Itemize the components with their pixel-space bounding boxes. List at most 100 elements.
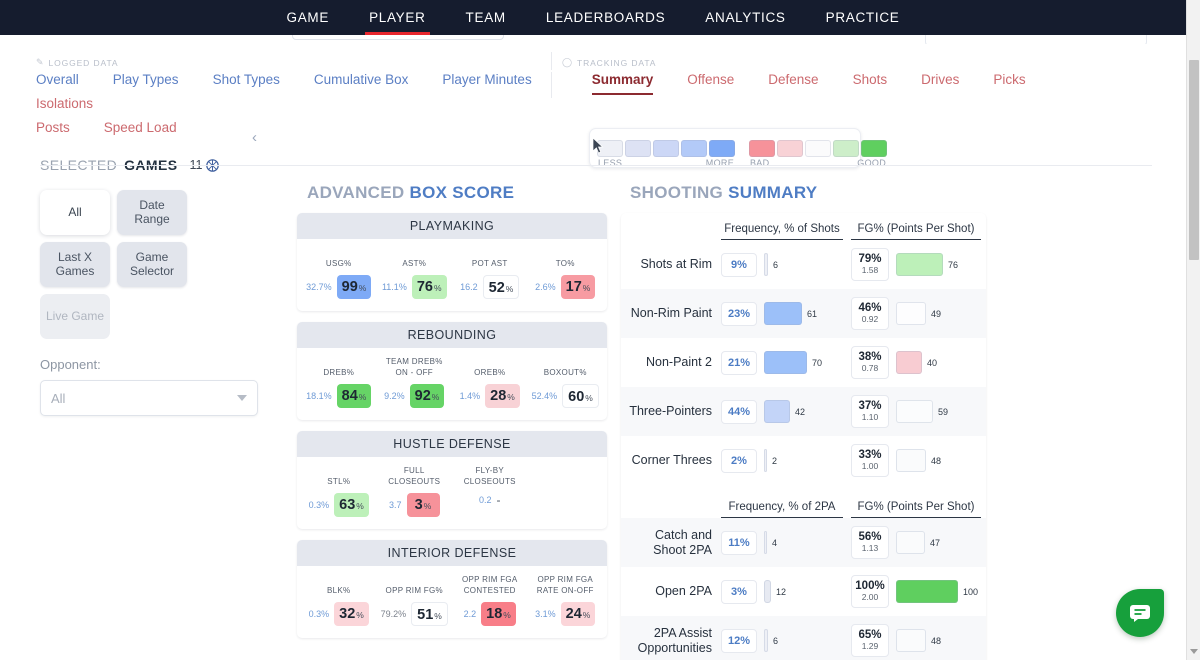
nav-item-analytics[interactable]: ANALYTICS	[685, 0, 805, 35]
abs-stat-label: USG%	[325, 259, 352, 269]
abs-stat-opp-rim-fga-rate-on-off: OPP RIM FGA RATE ON-OFF 3.1% 24%	[528, 575, 604, 626]
fg-cell: 79% 1.58 76	[851, 248, 981, 281]
clock-icon: ◯	[562, 57, 573, 67]
frequency-bar-zone: 6	[757, 253, 843, 276]
tab-picks[interactable]: Picks	[993, 72, 1025, 96]
game-filter-all[interactable]: All	[40, 190, 110, 235]
tab-shots[interactable]: Shots	[853, 72, 888, 96]
fg-cell: 38% 0.78 40	[851, 346, 981, 379]
abs-percentile-suffix: %	[434, 611, 442, 621]
abs-percentile-suffix: %	[585, 393, 593, 403]
abs-card-interior-defense: INTERIOR DEFENSE BLK% 0.3% 32% OPP RIM FG% 79…	[297, 540, 607, 638]
tab-cumulative-box[interactable]: Cumulative Box	[314, 72, 409, 96]
abs-stat-values: 79.2% 51%	[377, 602, 453, 626]
frequency-bar-zone: 4	[757, 531, 843, 554]
fg-cell: 33% 1.00 48	[851, 444, 981, 477]
tab-posts[interactable]: Posts	[36, 120, 70, 144]
abs-stat-values: 16.2 52%	[452, 275, 528, 299]
logged-data-group-label: ✎ LOGGED DATA	[36, 57, 119, 68]
fg-cell: 56% 1.13 47	[851, 526, 981, 559]
points-per-shot-value: 0.78	[861, 363, 879, 374]
frequency-bar-zone: 12	[757, 580, 843, 603]
tab-player-minutes[interactable]: Player Minutes	[442, 72, 531, 96]
abs-percentile-suffix: %	[582, 283, 591, 293]
subnav-separator	[40, 165, 1152, 166]
tab-defense[interactable]: Defense	[768, 72, 818, 96]
game-filter-last-x-games[interactable]: Last X Games	[40, 242, 110, 287]
abs-card-title: PLAYMAKING	[297, 213, 607, 239]
ss-title-word2: SUMMARY	[728, 183, 818, 202]
pencil-icon: ✎	[36, 57, 45, 67]
chevron-down-icon	[237, 395, 247, 401]
game-filter-date-range[interactable]: Date Range	[117, 190, 187, 235]
advanced-box-score-title: ADVANCED BOX SCORE	[307, 183, 514, 203]
abs-stat-raw-value: 1.4%	[459, 391, 481, 401]
frequency-percentile-bar	[764, 449, 767, 472]
page-scrollbar[interactable]	[1186, 0, 1200, 660]
fg-column-header: FG% (Points Per Shot)	[851, 501, 981, 518]
fg-percentile-bar	[896, 449, 926, 472]
nav-item-player[interactable]: PLAYER	[349, 0, 445, 35]
volume-scale-max-label: MORE	[705, 157, 734, 168]
shooting-table-row: Non-Paint 2 21% 70 38% 0.78 40	[621, 338, 986, 387]
frequency-percentile-value: 2	[772, 455, 778, 466]
tab-summary[interactable]: Summary	[591, 72, 653, 96]
fg-percent-badge: 38% 0.78	[851, 346, 889, 379]
frequency-cell: 12% 6	[721, 628, 843, 653]
scrollbar-thumb[interactable]	[1189, 60, 1199, 260]
frequency-percent-badge: 12%	[721, 628, 757, 653]
game-filter-game-selector[interactable]: Game Selector	[117, 242, 187, 287]
abs-stat-raw-value: 11.1%	[381, 282, 407, 292]
opponent-select[interactable]: All	[40, 380, 258, 416]
abs-stat-dreb: DREB% 18.1% 84%	[301, 357, 377, 408]
shot-type-label: Open 2PA	[655, 584, 712, 599]
shooting-summary-panel: Frequency, % of Shots FG% (Points Per Sho…	[621, 213, 986, 660]
abs-percentile-suffix: %	[582, 610, 591, 620]
shot-type-label: Non-Rim Paint	[630, 306, 712, 321]
nav-item-game[interactable]: GAME	[267, 0, 350, 35]
points-per-shot-value: 1.10	[861, 412, 879, 423]
tab-overall[interactable]: Overall	[36, 72, 79, 96]
fg-percentile-value: 48	[931, 455, 942, 466]
abs-percentile-number: 52	[488, 280, 505, 296]
chat-widget-button[interactable]	[1116, 589, 1164, 637]
abs-stat-values: 0.3% 63%	[301, 493, 377, 517]
shooting-table-header: Frequency, % of Shots FG% (Points Per Sho…	[621, 213, 986, 240]
tab-speed-load[interactable]: Speed Load	[104, 120, 177, 144]
shot-type-label: Corner Threes	[631, 453, 712, 468]
fg-percent-badge: 33% 1.00	[851, 444, 889, 477]
fg-percentile-value: 48	[931, 635, 942, 646]
abs-stat-raw-value: 2.2	[463, 609, 477, 619]
abs-stat-opp-rim-fga-contested: OPP RIM FGA CONTESTED 2.2 18%	[452, 575, 528, 626]
tab-play-types[interactable]: Play Types	[113, 72, 179, 96]
abs-stat-label: STL%	[327, 477, 351, 487]
abs-stat-percentile: -	[496, 493, 501, 507]
tab-drives[interactable]: Drives	[921, 72, 959, 96]
abs-stat-full-closeouts: FULL CLOSEOUTS 3.7 3%	[377, 466, 453, 517]
frequency-percentile-bar	[764, 580, 771, 603]
fg-bar-zone: 100	[889, 580, 981, 603]
tab-offense[interactable]: Offense	[687, 72, 734, 96]
frequency-cell: 23% 61	[721, 301, 843, 326]
fg-percent-badge: 100% 2.00	[851, 575, 889, 608]
abs-stat-values: 0.3% 32%	[301, 602, 377, 626]
fg-cell: 37% 1.10 59	[851, 395, 981, 428]
frequency-percentile-value: 6	[773, 635, 779, 646]
abs-stat-values: 18.1% 84%	[301, 384, 377, 408]
abs-stat-fly-by-closeouts: FLY-BY CLOSEOUTS 0.2-	[452, 466, 528, 517]
nav-item-team[interactable]: TEAM	[446, 0, 526, 35]
abs-stat-raw-value: 0.2	[478, 495, 492, 505]
scroll-down-arrow-icon[interactable]	[1190, 649, 1198, 654]
frequency-percentile-value: 70	[812, 357, 823, 368]
chat-bubble-icon	[1130, 605, 1150, 622]
abs-stat-values: 11.1% 76%	[377, 275, 453, 299]
frequency-bar-zone: 2	[757, 449, 843, 472]
nav-item-leaderboards[interactable]: LEADERBOARDS	[526, 0, 685, 35]
abs-stat-values: 2.2 18%	[452, 602, 528, 626]
tab-shot-types[interactable]: Shot Types	[213, 72, 280, 96]
nav-item-practice[interactable]: PRACTICE	[806, 0, 920, 35]
tab-isolations[interactable]: Isolations	[36, 96, 93, 120]
abs-percentile-number: 28	[490, 388, 507, 404]
abs-stat-percentile: 17%	[560, 275, 596, 299]
abs-card-hustle-defense: HUSTLE DEFENSE STL% 0.3% 63% FULL CLOSEOUTS 3…	[297, 431, 607, 529]
